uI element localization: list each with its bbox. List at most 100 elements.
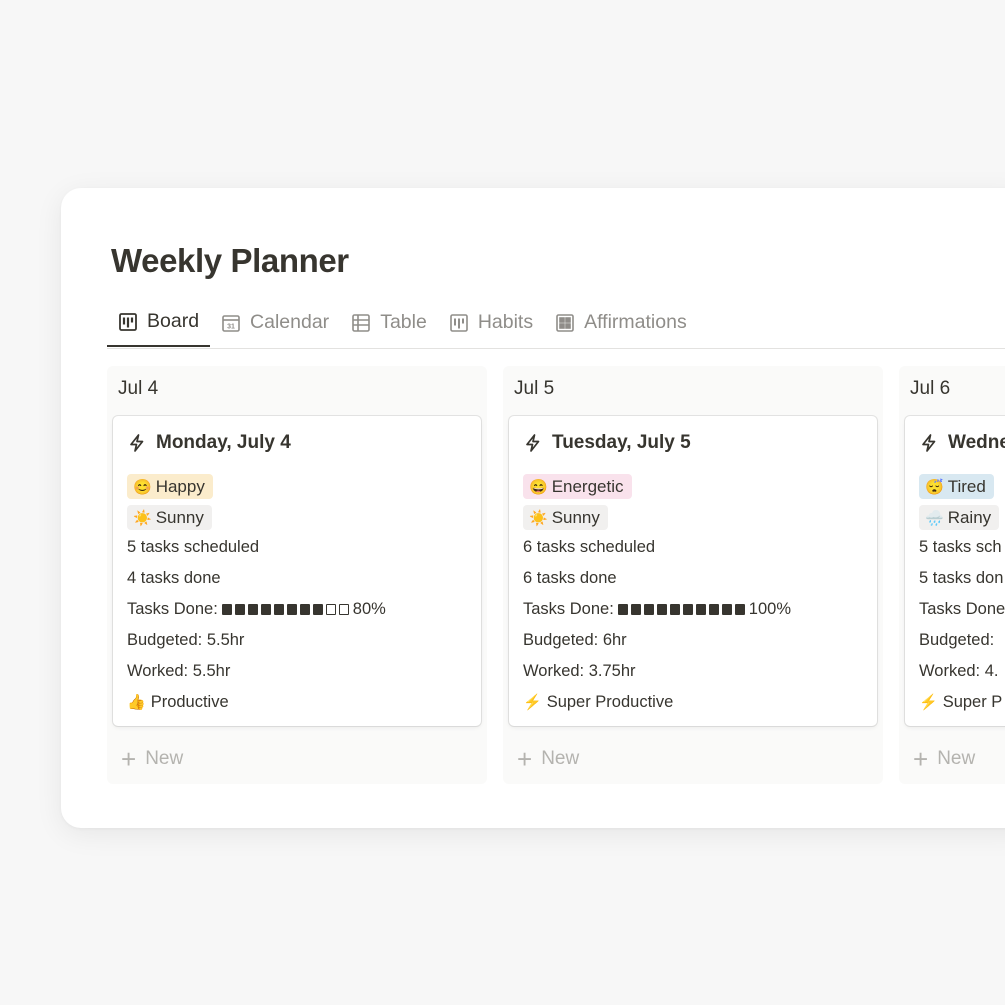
progress-square	[734, 604, 745, 615]
lightning-emoji-icon: ⚡	[919, 694, 938, 711]
card-title-text: Wedne	[948, 432, 1005, 453]
tab-calendar[interactable]: 31 Calendar	[210, 298, 340, 347]
weather-emoji: ☀️	[133, 509, 152, 527]
progress-label: Tasks Done:	[127, 600, 218, 618]
board-icon	[118, 312, 138, 332]
tab-label: Calendar	[250, 311, 330, 333]
progress-square	[273, 604, 284, 615]
progress-square	[630, 604, 641, 615]
productivity-label: Super P	[942, 693, 1003, 711]
progress-square	[708, 604, 719, 615]
progress-square	[299, 604, 310, 615]
column-header: Jul 4	[118, 378, 159, 399]
weather-label: Sunny	[551, 507, 600, 527]
productivity: ⚡ Super Productive	[523, 687, 863, 718]
board-card[interactable]: Tuesday, July 5 😄 Energetic ☀️ Sunny 6 tas…	[509, 416, 877, 726]
database-panel: Weekly Planner Board 31 Calendar Table H…	[61, 188, 1005, 828]
progress-label: Tasks Done:	[523, 600, 614, 618]
tab-label: Affirmations	[584, 311, 687, 333]
board-column: Jul 5 Tuesday, July 5 😄 Energetic ☀️ Sunny…	[503, 366, 883, 784]
card-title: Tuesday, July 5	[523, 430, 863, 456]
progress-percent: 80%	[352, 600, 386, 618]
mood-emoji: 😊	[133, 478, 152, 496]
board-icon	[449, 313, 469, 333]
progress-percent: 100%	[748, 600, 791, 618]
productivity: ⚡ Super P	[919, 687, 1005, 718]
productivity: 👍 Productive	[127, 687, 467, 718]
plus-icon: +	[517, 744, 533, 774]
page-title: Weekly Planner	[111, 242, 349, 279]
column-header: Jul 6	[910, 378, 951, 399]
tasks-done: 5 tasks don	[919, 569, 1004, 587]
progress-label: Tasks Done	[919, 600, 1005, 618]
gallery-icon	[555, 313, 575, 333]
progress-row: Tasks Done	[919, 594, 1005, 625]
mood-tag: 😊 Happy	[127, 474, 213, 499]
calendar-icon: 31	[221, 313, 241, 333]
productivity-label: Super Productive	[546, 693, 674, 711]
progress-square	[656, 604, 667, 615]
tab-affirmations[interactable]: Affirmations	[544, 298, 698, 347]
progress-square	[234, 604, 245, 615]
budgeted-hours: Budgeted: 6hr	[523, 631, 627, 649]
new-card-button[interactable]: + New	[517, 746, 579, 772]
new-label: New	[145, 748, 184, 769]
plus-icon: +	[121, 744, 137, 774]
plus-icon: +	[913, 744, 929, 774]
table-icon	[351, 313, 371, 333]
weather-tag: 🌧️ Rainy	[919, 505, 1000, 530]
board-column: Jul 6 Wedne 😴 Tired 🌧️ Rainy 5 tasks sch 5…	[899, 366, 1005, 784]
progress-square	[286, 604, 297, 615]
progress-square	[643, 604, 654, 615]
svg-text:31: 31	[227, 323, 235, 330]
tab-label: Board	[147, 310, 200, 332]
new-card-button[interactable]: + New	[121, 746, 183, 772]
board-card[interactable]: Monday, July 4 😊 Happy ☀️ Sunny 5 tasks sc…	[113, 416, 481, 726]
tasks-done: 6 tasks done	[523, 569, 617, 587]
lightning-icon	[526, 434, 540, 452]
weather-emoji: ☀️	[529, 509, 548, 527]
lightning-emoji-icon: ⚡	[523, 694, 542, 711]
mood-label: Happy	[155, 476, 205, 496]
progress-square	[721, 604, 732, 615]
thumbs-up-icon: 👍	[127, 694, 146, 711]
weather-tag: ☀️ Sunny	[127, 505, 212, 530]
progress-row: Tasks Done: 80%	[127, 594, 467, 625]
tab-habits[interactable]: Habits	[438, 298, 544, 347]
mood-tag: 😴 Tired	[919, 474, 994, 499]
progress-bar	[221, 604, 349, 615]
progress-square	[669, 604, 680, 615]
worked-hours: Worked: 5.5hr	[127, 662, 231, 680]
budgeted-hours: Budgeted:	[919, 631, 995, 649]
weather-label: Rainy	[947, 507, 992, 527]
weather-tag: ☀️ Sunny	[523, 505, 608, 530]
view-tabs: Board 31 Calendar Table Habits Affirmati…	[107, 298, 1005, 349]
progress-bar	[617, 604, 745, 615]
card-title-text: Tuesday, July 5	[552, 432, 691, 453]
card-title: Wedne	[919, 430, 1005, 456]
tasks-scheduled: 6 tasks scheduled	[523, 538, 656, 556]
progress-square	[312, 604, 323, 615]
weather-emoji: 🌧️	[925, 509, 944, 527]
progress-square	[260, 604, 271, 615]
weather-label: Sunny	[155, 507, 204, 527]
progress-square	[338, 604, 349, 615]
budgeted-hours: Budgeted: 5.5hr	[127, 631, 245, 649]
worked-hours: Worked: 4.	[919, 662, 999, 680]
tasks-done: 4 tasks done	[127, 569, 221, 587]
mood-label: Tired	[947, 476, 986, 496]
mood-tag: 😄 Energetic	[523, 474, 632, 499]
progress-square	[617, 604, 628, 615]
progress-square	[247, 604, 258, 615]
mood-emoji: 😴	[925, 478, 944, 496]
tab-label: Table	[380, 311, 427, 333]
tab-board[interactable]: Board	[107, 298, 211, 347]
new-card-button[interactable]: + New	[913, 746, 975, 772]
board-card[interactable]: Wedne 😴 Tired 🌧️ Rainy 5 tasks sch 5 tasks…	[905, 416, 1005, 726]
progress-square	[325, 604, 336, 615]
mood-emoji: 😄	[529, 478, 548, 496]
lightning-icon	[130, 434, 144, 452]
tab-table[interactable]: Table	[340, 298, 438, 347]
progress-square	[682, 604, 693, 615]
lightning-icon	[922, 434, 936, 452]
